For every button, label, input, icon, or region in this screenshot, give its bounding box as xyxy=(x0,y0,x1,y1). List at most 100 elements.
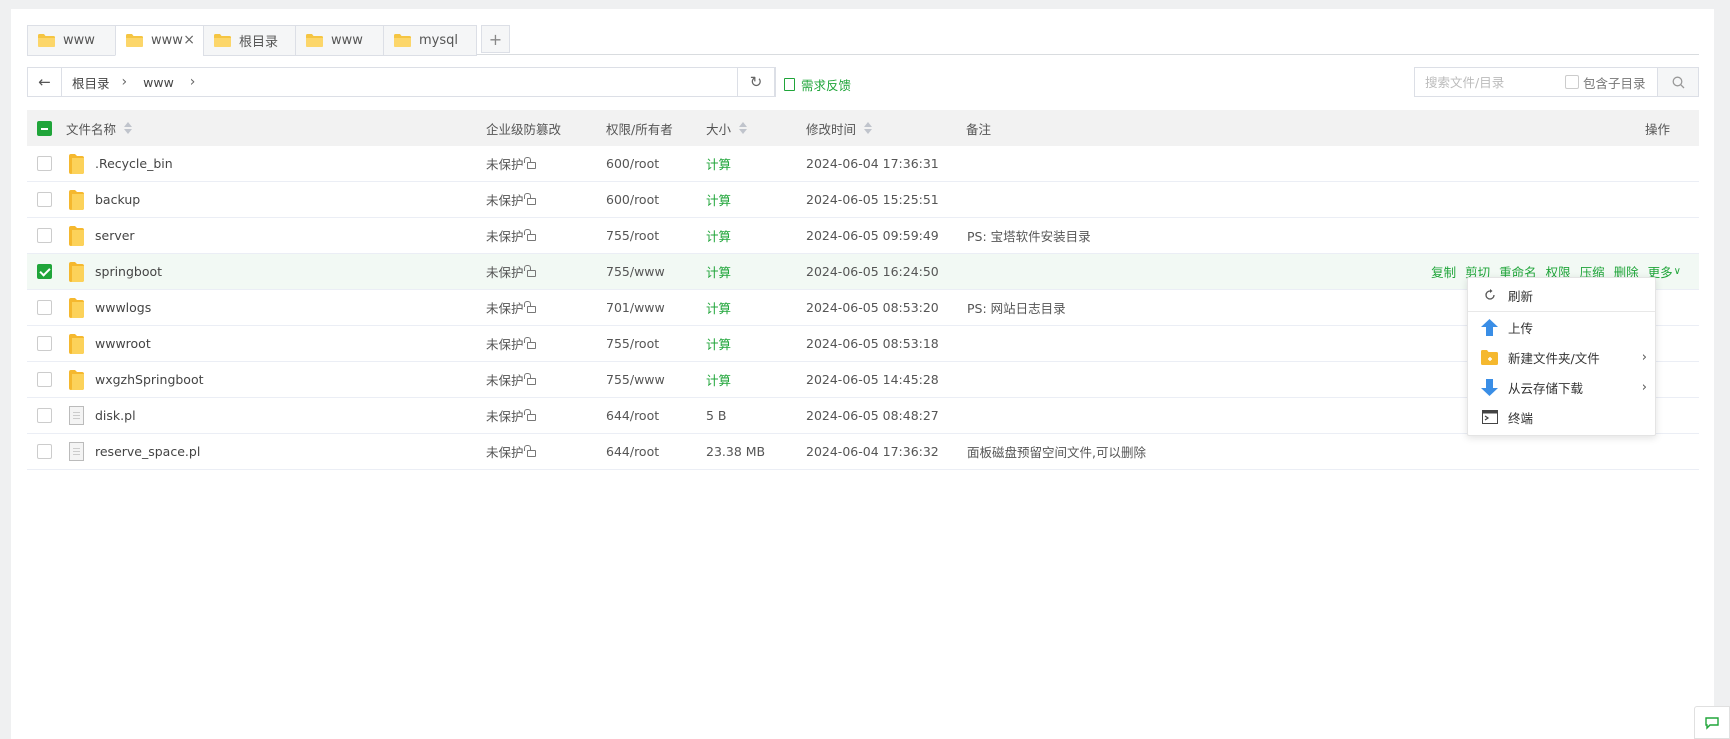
checkbox[interactable] xyxy=(37,192,52,207)
checkbox[interactable] xyxy=(37,120,52,136)
checkbox[interactable] xyxy=(37,372,52,387)
file-name-cell[interactable]: reserve_space.pl xyxy=(69,434,200,469)
checkbox[interactable] xyxy=(37,444,52,459)
perm-cell[interactable]: 644/root xyxy=(606,434,659,469)
file-name[interactable]: .Recycle_bin xyxy=(95,156,173,171)
size-cell[interactable]: 计算 xyxy=(706,182,731,217)
file-name[interactable]: wwwlogs xyxy=(95,300,151,315)
include-subdir-checkbox[interactable]: 包含子目录 xyxy=(1565,73,1646,92)
protect-cell[interactable]: 未保护 xyxy=(486,146,536,181)
row-checkbox[interactable] xyxy=(37,146,52,181)
header-name[interactable]: 文件名称 xyxy=(66,110,133,146)
table-row[interactable]: wwwroot 未保护 755/root 计算 2024-06-05 08:53… xyxy=(27,326,1699,362)
path-bar[interactable]: ← 根目录 › www › xyxy=(27,67,776,97)
table-row[interactable]: disk.pl 未保护 644/root 5 B 2024-06-05 08:4… xyxy=(27,398,1699,434)
row-checkbox[interactable] xyxy=(37,434,52,469)
row-op-0[interactable]: 复制 xyxy=(1431,262,1456,281)
context-item-cloud-download[interactable]: 从云存储下载 › xyxy=(1468,373,1655,401)
checkbox[interactable] xyxy=(1565,75,1579,89)
checkbox[interactable] xyxy=(37,156,52,171)
perm-cell[interactable]: 644/root xyxy=(606,398,659,433)
tab-root[interactable]: 根目录 xyxy=(203,25,296,56)
refresh-button[interactable]: ↻ xyxy=(737,67,775,97)
table-row[interactable]: wxgzhSpringboot 未保护 755/www 计算 2024-06-0… xyxy=(27,362,1699,398)
size-cell[interactable]: 计算 xyxy=(706,146,731,181)
file-name[interactable]: server xyxy=(95,228,135,243)
breadcrumb-root[interactable]: 根目录 › xyxy=(62,73,127,92)
protect-cell[interactable]: 未保护 xyxy=(486,218,536,253)
table-row[interactable]: .Recycle_bin 未保护 600/root 计算 2024-06-04 … xyxy=(27,146,1699,182)
tab-mysql[interactable]: mysql xyxy=(383,25,477,56)
file-name-cell[interactable]: wwwroot xyxy=(69,326,151,361)
protect-cell[interactable]: 未保护 xyxy=(486,182,536,217)
file-name[interactable]: wwwroot xyxy=(95,336,151,351)
file-name-cell[interactable]: .Recycle_bin xyxy=(69,146,173,181)
table-row[interactable]: backup 未保护 600/root 计算 2024-06-05 15:25:… xyxy=(27,182,1699,218)
file-name-cell[interactable]: springboot xyxy=(69,254,162,289)
tab-www-2[interactable]: www × xyxy=(115,25,204,56)
context-item-upload[interactable]: 上传 xyxy=(1468,313,1655,341)
file-name[interactable]: wxgzhSpringboot xyxy=(95,372,204,387)
checkbox[interactable] xyxy=(37,264,52,279)
perm-cell[interactable]: 755/root xyxy=(606,326,659,361)
file-name-cell[interactable]: backup xyxy=(69,182,140,217)
file-name[interactable]: backup xyxy=(95,192,140,207)
note-cell[interactable]: 面板磁盘预留空间文件,可以删除 xyxy=(967,434,1146,469)
perm-cell[interactable]: 600/root xyxy=(606,182,659,217)
protect-cell[interactable]: 未保护 xyxy=(486,254,536,289)
file-name-cell[interactable]: disk.pl xyxy=(69,398,136,433)
search-input[interactable] xyxy=(1415,74,1565,90)
table-row[interactable]: reserve_space.pl 未保护 644/root 23.38 MB 2… xyxy=(27,434,1699,470)
protect-cell[interactable]: 未保护 xyxy=(486,326,536,361)
perm-cell[interactable]: 701/www xyxy=(606,290,665,325)
feedback-link[interactable]: 需求反馈 xyxy=(784,75,851,94)
row-checkbox[interactable] xyxy=(37,326,52,361)
sort-icon[interactable] xyxy=(739,122,748,134)
protect-cell[interactable]: 未保护 xyxy=(486,398,536,433)
row-checkbox[interactable] xyxy=(37,398,52,433)
breadcrumb-www[interactable]: www › xyxy=(127,74,195,90)
note-cell[interactable]: PS: 网站日志目录 xyxy=(967,290,1066,325)
file-name[interactable]: springboot xyxy=(95,264,162,279)
table-row[interactable]: wwwlogs 未保护 701/www 计算 2024-06-05 08:53:… xyxy=(27,290,1699,326)
protect-cell[interactable]: 未保护 xyxy=(486,362,536,397)
tab-www-1[interactable]: www xyxy=(27,25,116,56)
header-mtime[interactable]: 修改时间 xyxy=(806,110,873,146)
file-name[interactable]: reserve_space.pl xyxy=(95,444,200,459)
close-icon[interactable]: × xyxy=(183,32,195,48)
header-size[interactable]: 大小 xyxy=(706,110,748,146)
size-cell[interactable]: 计算 xyxy=(706,254,731,289)
row-checkbox[interactable] xyxy=(37,254,52,289)
search-button[interactable] xyxy=(1658,67,1699,97)
row-checkbox[interactable] xyxy=(37,218,52,253)
select-all-checkbox[interactable] xyxy=(37,110,52,146)
protect-cell[interactable]: 未保护 xyxy=(486,434,536,469)
context-item-refresh[interactable]: 刷新 xyxy=(1468,281,1655,309)
chevron-down-icon[interactable]: ∨ xyxy=(1674,266,1681,277)
tab-www-3[interactable]: www xyxy=(295,25,384,56)
row-checkbox[interactable] xyxy=(37,182,52,217)
size-cell[interactable]: 计算 xyxy=(706,362,731,397)
context-item-terminal[interactable]: 终端 xyxy=(1468,403,1655,431)
table-row[interactable]: server 未保护 755/root 计算 2024-06-05 09:59:… xyxy=(27,218,1699,254)
sort-icon[interactable] xyxy=(124,122,133,134)
back-button[interactable]: ← xyxy=(28,68,62,96)
checkbox[interactable] xyxy=(37,336,52,351)
checkbox[interactable] xyxy=(37,300,52,315)
size-cell[interactable]: 计算 xyxy=(706,218,731,253)
row-checkbox[interactable] xyxy=(37,290,52,325)
protect-cell[interactable]: 未保护 xyxy=(486,290,536,325)
context-item-new[interactable]: 新建文件夹/文件 › xyxy=(1468,343,1655,371)
file-name-cell[interactable]: wwwlogs xyxy=(69,290,151,325)
perm-cell[interactable]: 755/www xyxy=(606,362,665,397)
note-cell[interactable]: PS: 宝塔软件安装目录 xyxy=(967,218,1091,253)
checkbox[interactable] xyxy=(37,408,52,423)
sort-icon[interactable] xyxy=(864,122,873,134)
perm-cell[interactable]: 755/root xyxy=(606,218,659,253)
row-checkbox[interactable] xyxy=(37,362,52,397)
file-name[interactable]: disk.pl xyxy=(95,408,136,423)
table-row[interactable]: springboot 未保护 755/www 计算 2024-06-05 16:… xyxy=(27,254,1699,290)
perm-cell[interactable]: 755/www xyxy=(606,254,665,289)
corner-float-button[interactable] xyxy=(1694,706,1730,739)
size-cell[interactable]: 计算 xyxy=(706,326,731,361)
